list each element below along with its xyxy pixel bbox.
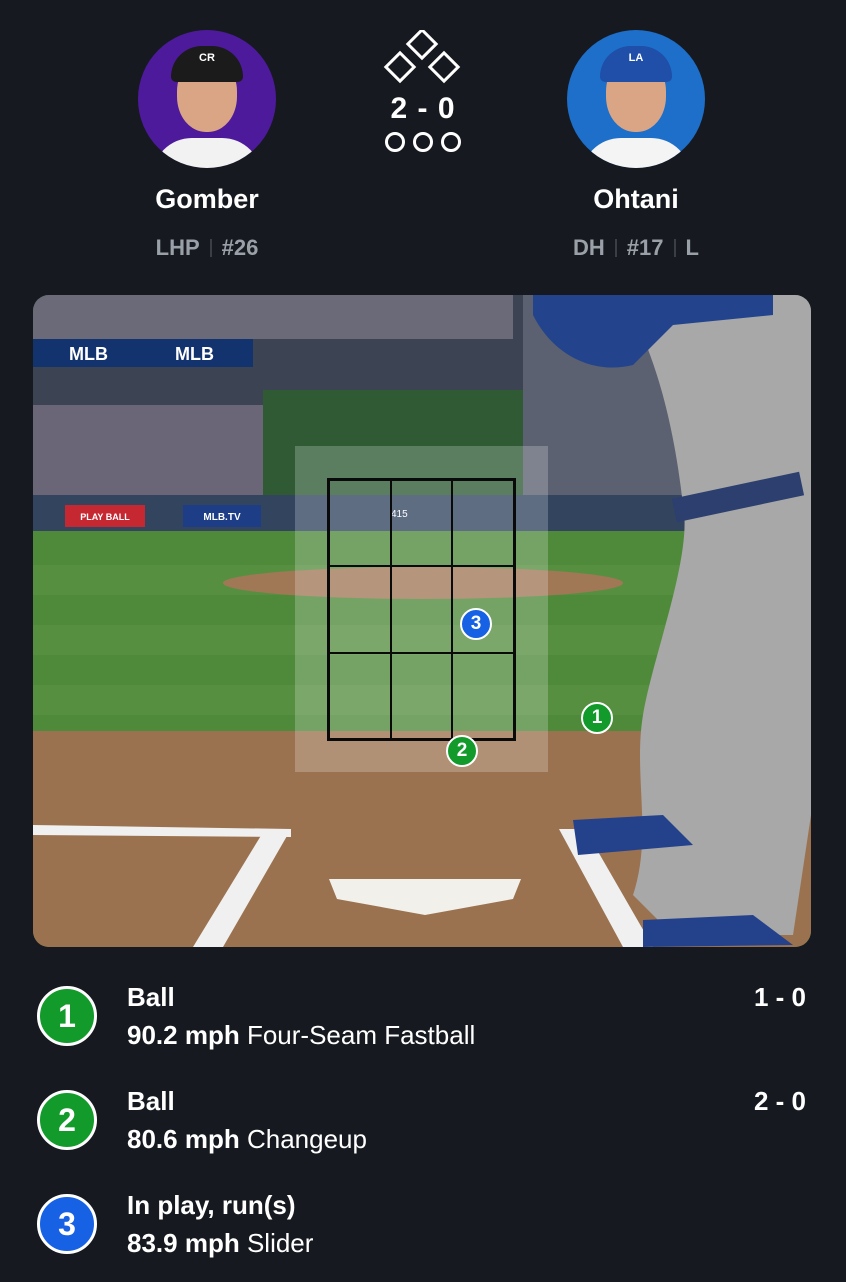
lower-stands: [33, 405, 263, 495]
meta-divider: [209, 239, 212, 257]
pitch-speed: 80.6 mph: [127, 1124, 240, 1154]
pitch-result: Ball: [127, 982, 175, 1012]
third-base: [383, 50, 417, 84]
strike-zone-grid: [327, 478, 516, 741]
pitcher-number: #26: [221, 235, 259, 260]
batter-position: DH: [573, 235, 605, 260]
second-base: [405, 30, 439, 61]
zone-cell: [390, 652, 453, 739]
pitch-row[interactable]: 2 Ball 80.6 mph Changeup 2 - 0: [0, 1074, 846, 1178]
pitch-number-badge: 1: [37, 986, 97, 1046]
zone-cell: [452, 652, 514, 739]
pitch-result: Ball: [127, 1086, 175, 1116]
out-dot: [413, 132, 433, 152]
count-display: 2 - 0: [390, 92, 456, 125]
pitch-marker-1[interactable]: 1: [581, 702, 613, 734]
mlb-sign-2: MLB: [175, 344, 214, 364]
pitcher-name: Gomber: [155, 184, 259, 214]
mlbtv-text: MLB.TV: [203, 512, 241, 523]
pitcher-meta: LHP #26: [87, 235, 327, 261]
pitch-count: 2 - 0: [753, 1086, 806, 1116]
pitch-speed: 90.2 mph: [127, 1020, 240, 1050]
pitch-row[interactable]: 3 In play, run(s) 83.9 mph Slider: [0, 1178, 846, 1282]
pitch-description: 90.2 mph Four-Seam Fastball: [127, 1020, 475, 1051]
cap-logo: LA: [628, 52, 644, 64]
pitch-description: 80.6 mph Changeup: [127, 1124, 367, 1155]
batter-bats: L: [685, 235, 699, 260]
first-base: [427, 50, 461, 84]
pitch-number-badge: 3: [37, 1194, 97, 1254]
pitcher-avatar[interactable]: CR: [138, 30, 276, 168]
outs-indicator: [373, 132, 473, 152]
meta-divider: [673, 239, 676, 257]
jersey-shape: [581, 138, 691, 168]
pitch-type: Changeup: [246, 1124, 367, 1154]
mlb-sign-1: MLB: [69, 344, 108, 364]
pitch-location-view[interactable]: MLB MLB PLAY BALL MLB.TV 415 1 2 3: [33, 295, 811, 947]
pitch-marker-2[interactable]: 2: [446, 735, 478, 767]
zone-cell: [390, 566, 453, 653]
pitch-marker-3[interactable]: 3: [460, 608, 492, 640]
out-dot: [441, 132, 461, 152]
pitch-type: Four-Seam Fastball: [246, 1020, 476, 1050]
pitch-type: Slider: [246, 1228, 314, 1258]
zone-cell: [329, 566, 391, 653]
jersey-shape: [152, 138, 262, 168]
batter-meta: DH #17 L: [516, 235, 756, 261]
cap-logo: CR: [199, 52, 215, 64]
pitch-description: 83.9 mph Slider: [127, 1228, 313, 1259]
pitch-count: 1 - 0: [753, 982, 806, 1012]
bases-diamond-icon: [383, 30, 461, 84]
zone-cell: [390, 480, 453, 567]
out-dot: [385, 132, 405, 152]
batter-card[interactable]: LA Ohtani DH #17 L: [516, 30, 756, 261]
pitch-sequence-list: 1 Ball 90.2 mph Four-Seam Fastball 1 - 0…: [0, 970, 846, 1282]
meta-divider: [614, 239, 617, 257]
pitch-row[interactable]: 1 Ball 90.2 mph Four-Seam Fastball 1 - 0: [0, 970, 846, 1074]
game-status: 2 - 0: [373, 30, 473, 152]
pitch-number-badge: 2: [37, 1090, 97, 1150]
batter-avatar[interactable]: LA: [567, 30, 705, 168]
pitch-speed: 83.9 mph: [127, 1228, 240, 1258]
mlb-banner: [33, 339, 253, 367]
batter-name: Ohtani: [593, 184, 679, 214]
upper-deck: [33, 295, 513, 339]
pitcher-card[interactable]: CR Gomber LHP #26: [87, 30, 327, 261]
pitch-result: In play, run(s): [127, 1190, 296, 1220]
zone-cell: [329, 480, 391, 567]
pitcher-position: LHP: [155, 235, 200, 260]
zone-cell: [329, 652, 391, 739]
batter-number: #17: [626, 235, 664, 260]
playball-text: PLAY BALL: [80, 512, 130, 522]
zone-cell: [452, 480, 514, 567]
